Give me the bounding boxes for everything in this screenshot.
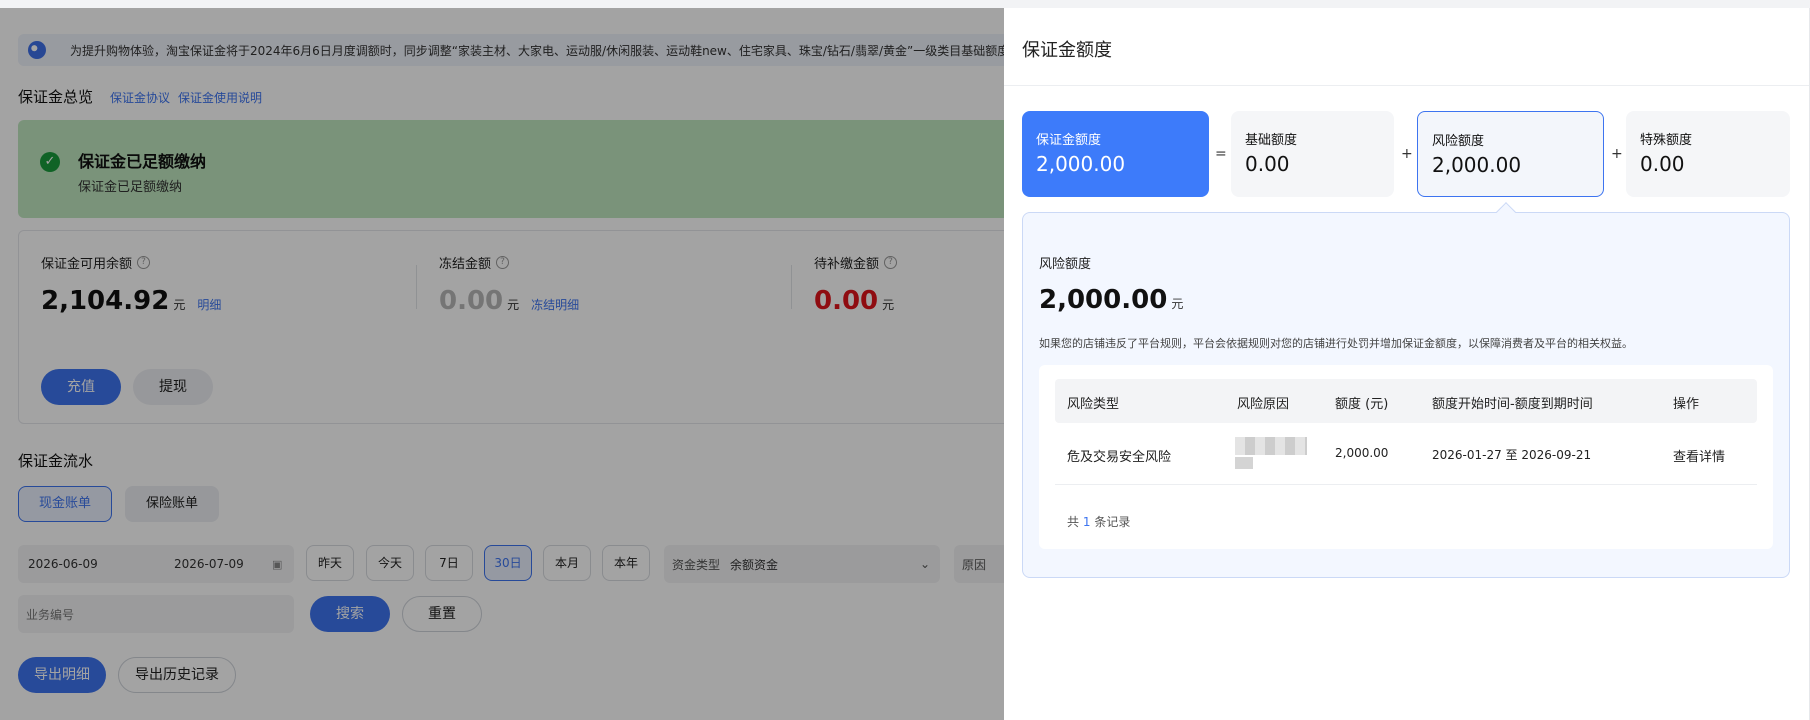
- drawer-title: 保证金额度: [1022, 40, 1112, 61]
- quota-total-value: 2,000.00: [1036, 152, 1126, 176]
- top-bar: [0, 0, 1810, 8]
- plus-sign: +: [1401, 146, 1413, 162]
- quota-card-special[interactable]: 特殊额度 0.00: [1626, 111, 1790, 197]
- quota-basic-value: 0.00: [1245, 152, 1290, 176]
- deposit-quota-drawer: 保证金额度 保证金额度 2,000.00 = 基础额度 0.00 + 风险额度 …: [1004, 8, 1810, 720]
- quota-special-value: 0.00: [1640, 152, 1685, 176]
- detail-value-row: 2,000.00 元: [1039, 285, 1183, 315]
- col-risk-type: 风险类型: [1067, 397, 1120, 412]
- table-row: 危及交易安全风险 2,000.00 2026-01-27 至 2026-09-2…: [1055, 423, 1757, 485]
- total-suffix: 条记录: [1094, 515, 1131, 529]
- quota-total-label: 保证金额度: [1036, 133, 1102, 148]
- quota-special-label: 特殊额度: [1640, 133, 1693, 148]
- table-header: 风险类型 风险原因 额度 (元) 额度开始时间-额度到期时间 操作: [1055, 379, 1757, 423]
- quota-card-risk[interactable]: 风险额度 2,000.00: [1417, 111, 1604, 197]
- cell-risk-type: 危及交易安全风险: [1067, 450, 1172, 465]
- detail-label: 风险额度: [1039, 257, 1092, 272]
- col-period: 额度开始时间-额度到期时间: [1432, 397, 1593, 412]
- risk-table: 风险类型 风险原因 额度 (元) 额度开始时间-额度到期时间 操作 危及交易安全…: [1039, 365, 1773, 549]
- quota-basic-label: 基础额度: [1245, 133, 1298, 148]
- view-details-link[interactable]: 查看详情: [1673, 446, 1725, 465]
- quota-card-basic[interactable]: 基础额度 0.00: [1231, 111, 1394, 197]
- redacted-reason: [1235, 457, 1253, 469]
- col-amount: 额度 (元): [1335, 397, 1389, 412]
- detail-value: 2,000.00: [1039, 285, 1168, 315]
- cell-amount: 2,000.00: [1335, 446, 1389, 460]
- plus-sign: +: [1611, 146, 1623, 162]
- cell-period: 2026-01-27 至 2026-09-21: [1432, 448, 1592, 462]
- col-risk-reason: 风险原因: [1237, 397, 1290, 412]
- detail-unit: 元: [1171, 297, 1184, 311]
- detail-description: 如果您的店铺违反了平台规则，平台会依据规则对您的店铺进行处罚并增加保证金额度，以…: [1039, 337, 1633, 350]
- modal-overlay[interactable]: [0, 8, 1004, 720]
- redacted-reason: [1235, 437, 1307, 455]
- risk-quota-detail: 风险额度 2,000.00 元 如果您的店铺违反了平台规则，平台会依据规则对您的…: [1022, 212, 1790, 578]
- quota-risk-label: 风险额度: [1432, 134, 1485, 149]
- total-count: 1: [1082, 515, 1091, 529]
- total-prefix: 共: [1067, 515, 1080, 529]
- drawer-header: 保证金额度: [1004, 8, 1810, 86]
- quota-risk-value: 2,000.00: [1432, 153, 1522, 177]
- quota-card-total: 保证金额度 2,000.00: [1022, 111, 1209, 197]
- equals-sign: =: [1215, 146, 1227, 162]
- col-action: 操作: [1673, 397, 1700, 412]
- table-total: 共 1 条记录: [1067, 513, 1130, 530]
